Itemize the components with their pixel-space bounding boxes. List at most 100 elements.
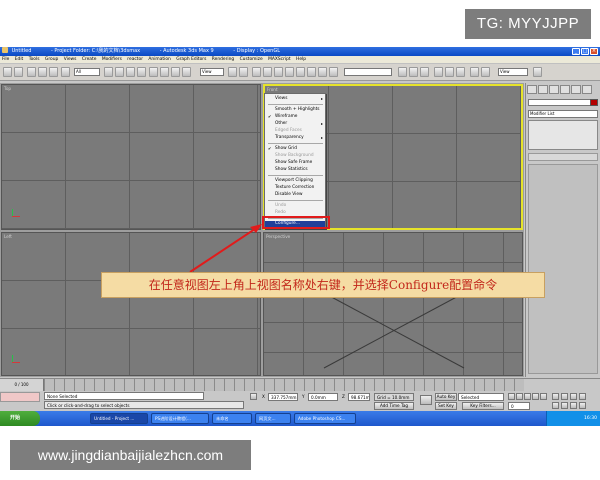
select-object-icon[interactable] (104, 67, 113, 77)
modifier-stack[interactable] (528, 120, 598, 150)
unlink-icon[interactable] (38, 67, 47, 77)
taskbar-item-web[interactable]: 网页文... (255, 413, 291, 424)
viewport-label-front[interactable]: Front (267, 87, 278, 92)
arc-rotate-icon[interactable] (570, 402, 577, 409)
goto-end-icon[interactable] (540, 393, 547, 400)
set-key-button[interactable]: Set Key (435, 402, 457, 410)
menu-help[interactable]: Help (296, 57, 306, 62)
render-icon[interactable] (470, 67, 479, 77)
utilities-tab-icon[interactable] (582, 85, 592, 94)
align-icon[interactable] (318, 67, 327, 77)
context-menu-item[interactable]: Transparency (265, 135, 325, 141)
curve-editor-icon[interactable] (398, 67, 407, 77)
context-menu-item[interactable]: Texture Correction (265, 185, 325, 191)
taskbar-item-tutorial[interactable]: PS进阶设计教程(... (151, 413, 209, 424)
move-icon[interactable] (149, 67, 158, 77)
display-tab-icon[interactable] (571, 85, 581, 94)
taskbar-item-untitled[interactable]: 未命名 (212, 413, 252, 424)
key-icon[interactable] (420, 395, 432, 405)
goto-start-icon[interactable] (508, 393, 515, 400)
redo-icon[interactable] (14, 67, 23, 77)
modifier-list-dropdown[interactable]: Modifier List (528, 110, 598, 118)
material-editor-icon[interactable] (420, 67, 429, 77)
taskbar-item-3dsmax[interactable]: Untitled - Project ... (90, 413, 148, 424)
menu-maxscript[interactable]: MAXScript (268, 57, 291, 62)
viewport-perspective[interactable]: Perspective (263, 232, 523, 376)
previous-frame-icon[interactable] (516, 393, 523, 400)
start-button[interactable]: 开始 (0, 411, 40, 426)
zoom-all-icon[interactable] (561, 393, 568, 400)
render-frame-window-icon[interactable] (445, 67, 454, 77)
hierarchy-tab-icon[interactable] (549, 85, 559, 94)
key-mode-dropdown[interactable]: Selected (458, 393, 504, 401)
object-color-swatch[interactable] (590, 99, 598, 106)
play-icon[interactable] (524, 393, 531, 400)
window-crossing-icon[interactable] (137, 67, 146, 77)
maximize-button[interactable]: □ (581, 48, 589, 55)
close-button[interactable]: × (590, 48, 598, 55)
field-of-view-icon[interactable] (552, 402, 559, 409)
lock-selection-icon[interactable] (250, 393, 257, 400)
context-menu-item[interactable]: Other (265, 121, 325, 127)
maxscript-listener[interactable] (0, 392, 40, 402)
spinner-snap-icon[interactable] (285, 67, 294, 77)
create-tab-icon[interactable] (527, 85, 537, 94)
teapot-render-icon[interactable] (533, 67, 542, 77)
add-time-tag-button[interactable]: Add Time Tag (374, 402, 414, 410)
rotate-icon[interactable] (160, 67, 169, 77)
track-bar[interactable] (44, 379, 524, 391)
select-icon[interactable] (61, 67, 70, 77)
menu-create[interactable]: Create (82, 57, 97, 62)
z-coordinate-field[interactable]: 98.671mm (348, 393, 370, 401)
minimize-button[interactable]: _ (572, 48, 580, 55)
context-menu-item[interactable]: Views (265, 96, 325, 102)
menu-group[interactable]: Group (45, 57, 58, 62)
viewport-label-left[interactable]: Left (4, 234, 12, 239)
menu-file[interactable]: File (2, 57, 9, 62)
mirror-icon[interactable] (307, 67, 316, 77)
auto-key-button[interactable]: Auto Key (435, 393, 457, 401)
key-filters-button[interactable]: Key Filters... (462, 402, 504, 410)
named-selection-edit-icon[interactable] (296, 67, 305, 77)
current-frame-field[interactable]: 0 (508, 402, 530, 410)
menu-rendering[interactable]: Rendering (212, 57, 234, 62)
time-slider[interactable]: 0 / 100 (0, 379, 44, 391)
menu-graph-editors[interactable]: Graph Editors (176, 57, 206, 62)
percent-snap-icon[interactable] (274, 67, 283, 77)
menu-customize[interactable]: Customize (240, 57, 263, 62)
x-coordinate-field[interactable]: 337.757mm (268, 393, 298, 401)
quick-render-icon[interactable] (456, 67, 465, 77)
menu-tools[interactable]: Tools (29, 57, 40, 62)
render-view-dropdown[interactable]: View (498, 68, 528, 76)
context-menu-item[interactable]: Smooth + Highlights (265, 107, 325, 113)
reference-coordinate-dropdown[interactable]: View (200, 68, 224, 76)
taskbar-item-photoshop[interactable]: Adobe Photoshop CS... (294, 413, 356, 424)
y-coordinate-field[interactable]: 0.0mm (308, 393, 338, 401)
object-name-field[interactable] (528, 99, 598, 106)
undo-icon[interactable] (3, 67, 12, 77)
snap-icon[interactable] (252, 67, 261, 77)
next-frame-icon[interactable] (532, 393, 539, 400)
viewport-label-top[interactable]: Top (4, 86, 11, 91)
scale-icon[interactable] (171, 67, 180, 77)
menu-views[interactable]: Views (64, 57, 77, 62)
modify-tab-icon[interactable] (538, 85, 548, 94)
motion-tab-icon[interactable] (560, 85, 570, 94)
angle-snap-icon[interactable] (263, 67, 272, 77)
select-manipulate-icon[interactable] (239, 67, 248, 77)
layer-manager-icon[interactable] (329, 67, 338, 77)
pan-icon[interactable] (561, 402, 568, 409)
menu-reactor[interactable]: reactor (127, 57, 143, 62)
link-icon[interactable] (27, 67, 36, 77)
window-titlebar[interactable]: Untitled - Project Folder: C:\我的文档\3dsma… (0, 47, 600, 56)
menu-edit[interactable]: Edit (15, 57, 24, 62)
named-selection-dropdown[interactable] (344, 68, 392, 76)
environment-icon[interactable] (481, 67, 490, 77)
selection-filter-dropdown[interactable]: All (74, 68, 100, 76)
render-setup-icon[interactable] (434, 67, 443, 77)
select-by-name-icon[interactable] (115, 67, 124, 77)
manipulate-icon[interactable] (182, 67, 191, 77)
viewport-left[interactable]: Left (1, 232, 261, 376)
zoom-extents-all-icon[interactable] (579, 393, 586, 400)
stack-tools-bar[interactable] (528, 153, 598, 161)
